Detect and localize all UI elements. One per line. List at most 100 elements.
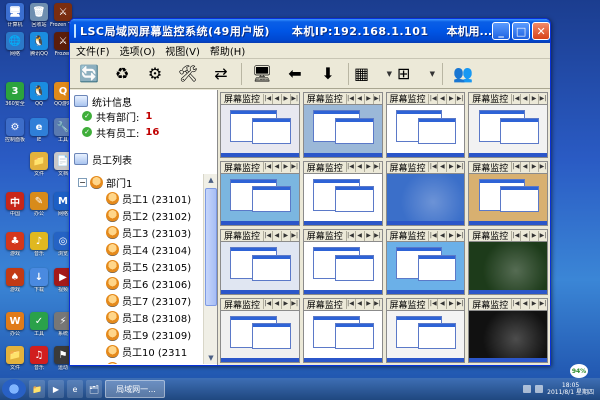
refresh-group-button[interactable]: 🔄 bbox=[74, 61, 104, 87]
desktop-icon-recycle[interactable]: 🗑 回收站 bbox=[27, 3, 51, 28]
tile-next-icon[interactable]: ▶ bbox=[529, 299, 538, 309]
remote-screen[interactable] bbox=[469, 310, 547, 362]
employee-item[interactable]: 员工3 (23103) bbox=[70, 224, 204, 241]
remote-screen[interactable] bbox=[221, 310, 299, 362]
remote-screen[interactable] bbox=[221, 105, 299, 157]
tile-last-icon[interactable]: ▶| bbox=[455, 162, 464, 172]
menu-view[interactable]: 视图(V) bbox=[165, 43, 200, 58]
screen-tile[interactable]: 屏幕监控 |◀ ◀ ▶ ▶| bbox=[385, 92, 466, 158]
desktop-icon-app4[interactable]: ⚙ 控制面板 bbox=[3, 118, 27, 143]
desktop-icon-app11[interactable]: ♪ 音乐 bbox=[27, 232, 51, 257]
desktop-icon-network[interactable]: 🌐 网络 bbox=[3, 32, 27, 57]
minimize-button[interactable]: _ bbox=[492, 22, 511, 40]
tile-next-icon[interactable]: ▶ bbox=[363, 162, 373, 172]
taskbar-ie-icon[interactable]: e bbox=[67, 380, 83, 398]
desktop-icon-360[interactable]: 3 360安全 bbox=[3, 82, 27, 107]
desktop-icon-app13[interactable]: ♠ 游戏 bbox=[3, 268, 27, 293]
screen-tile[interactable]: 屏幕监控 |◀ ◀ ▶ ▶| bbox=[302, 160, 383, 226]
remote-screen[interactable] bbox=[221, 242, 299, 294]
tile-first-icon[interactable]: |◀ bbox=[428, 162, 437, 172]
screen-tile[interactable]: 屏幕监控 |◀ ◀ ▶ ▶| bbox=[385, 297, 466, 363]
tile-prev-icon[interactable]: ◀ bbox=[354, 230, 364, 241]
tile-prev-icon[interactable]: ◀ bbox=[437, 162, 446, 172]
tile-first-icon[interactable]: |◀ bbox=[345, 230, 355, 241]
screen-tile[interactable]: 屏幕监控 |◀ ◀ ▶ ▶| bbox=[468, 297, 548, 363]
employee-item[interactable]: 员工1 (23101) bbox=[70, 190, 204, 207]
tile-last-icon[interactable]: ▶| bbox=[455, 93, 464, 104]
tile-first-icon[interactable]: |◀ bbox=[428, 93, 437, 104]
desktop-icon-qq2[interactable]: 🐧 QQ bbox=[27, 82, 51, 107]
employee-item[interactable]: 员工11 (2311 bbox=[70, 360, 204, 364]
desktop-icon-computer[interactable]: 🖥 计算机 bbox=[3, 3, 27, 28]
employee-item[interactable]: 员工4 (23104) bbox=[70, 241, 204, 258]
collapse-toggle-icon[interactable]: − bbox=[78, 177, 87, 187]
remote-screen[interactable] bbox=[469, 173, 547, 225]
monitor-button[interactable]: 🖥 bbox=[247, 61, 277, 87]
tile-last-icon[interactable]: ▶| bbox=[372, 93, 382, 104]
screen-tile[interactable]: 屏幕监控 |◀ ◀ ▶ ▶| bbox=[220, 229, 300, 295]
tile-next-icon[interactable]: ▶ bbox=[446, 299, 455, 309]
tile-prev-icon[interactable]: ◀ bbox=[271, 162, 281, 172]
screen-tile[interactable]: 屏幕监控 |◀ ◀ ▶ ▶| bbox=[220, 92, 300, 158]
menu-file[interactable]: 文件(F) bbox=[76, 43, 110, 58]
tile-first-icon[interactable]: |◀ bbox=[262, 230, 272, 241]
scroll-up-icon[interactable]: ▲ bbox=[205, 174, 217, 186]
employee-item[interactable]: 员工2 (23102) bbox=[70, 207, 204, 224]
desktop-icon-app20[interactable]: ♫ 音乐 bbox=[27, 346, 51, 371]
desktop-icon-app8[interactable]: ✎ 办公 bbox=[27, 192, 51, 217]
tile-last-icon[interactable]: ▶| bbox=[289, 299, 299, 309]
screen-tile[interactable]: 屏幕监控 |◀ ◀ ▶ ▶| bbox=[385, 229, 466, 295]
taskbar-folder-icon[interactable]: 🗂 bbox=[86, 380, 102, 398]
tile-next-icon[interactable]: ▶ bbox=[529, 230, 538, 241]
screen-tile[interactable]: 屏幕监控 |◀ ◀ ▶ ▶| bbox=[302, 92, 383, 158]
tile-last-icon[interactable]: ▶| bbox=[538, 299, 547, 309]
remote-screen[interactable] bbox=[386, 105, 465, 157]
employee-item[interactable]: 员工10 (2311 bbox=[70, 343, 204, 360]
screen-tile[interactable]: 屏幕监控 |◀ ◀ ▶ ▶| bbox=[302, 229, 383, 295]
tile-first-icon[interactable]: |◀ bbox=[345, 299, 355, 309]
desktop-icon-app10[interactable]: ♣ 游戏 bbox=[3, 232, 27, 257]
employee-item[interactable]: 员工5 (23105) bbox=[70, 258, 204, 275]
tile-next-icon[interactable]: ▶ bbox=[280, 93, 290, 104]
menu-options[interactable]: 选项(O) bbox=[120, 43, 156, 58]
tile-first-icon[interactable]: |◀ bbox=[511, 162, 520, 172]
tile-prev-icon[interactable]: ◀ bbox=[437, 230, 446, 241]
tile-prev-icon[interactable]: ◀ bbox=[354, 162, 364, 172]
tile-first-icon[interactable]: |◀ bbox=[511, 230, 520, 241]
tree-scrollbar[interactable]: ▲ ▼ bbox=[203, 174, 217, 364]
remote-screen[interactable] bbox=[303, 310, 382, 362]
menu-help[interactable]: 帮助(H) bbox=[210, 43, 245, 58]
remote-screen[interactable] bbox=[386, 173, 465, 225]
tile-next-icon[interactable]: ▶ bbox=[363, 230, 373, 241]
remote-screen[interactable] bbox=[386, 242, 465, 294]
screen-tile[interactable]: 屏幕监控 |◀ ◀ ▶ ▶| bbox=[385, 160, 466, 226]
tile-first-icon[interactable]: |◀ bbox=[428, 299, 437, 309]
tile-prev-icon[interactable]: ◀ bbox=[520, 299, 529, 309]
remote-screen[interactable] bbox=[303, 105, 382, 157]
tools-button[interactable]: 🛠 bbox=[173, 61, 203, 87]
tile-last-icon[interactable]: ▶| bbox=[538, 162, 547, 172]
tray-network-icon[interactable] bbox=[523, 385, 532, 393]
users-button[interactable]: 👥 bbox=[448, 61, 478, 87]
tile-prev-icon[interactable]: ◀ bbox=[354, 299, 364, 309]
employee-item[interactable]: 员工6 (23106) bbox=[70, 275, 204, 292]
layout-button[interactable]: ⊞ ▼ bbox=[397, 61, 437, 87]
tile-next-icon[interactable]: ▶ bbox=[446, 230, 455, 241]
desktop-icon-app19[interactable]: 📁 文件 bbox=[3, 346, 27, 371]
remote-screen[interactable] bbox=[386, 310, 465, 362]
tile-first-icon[interactable]: |◀ bbox=[262, 162, 272, 172]
tile-prev-icon[interactable]: ◀ bbox=[271, 93, 281, 104]
settings-button[interactable]: ⚙ bbox=[140, 61, 170, 87]
tile-next-icon[interactable]: ▶ bbox=[363, 299, 373, 309]
tile-next-icon[interactable]: ▶ bbox=[280, 230, 290, 241]
close-button[interactable]: ✕ bbox=[532, 22, 550, 40]
remote-screen[interactable] bbox=[303, 173, 382, 225]
tile-first-icon[interactable]: |◀ bbox=[511, 299, 520, 309]
tile-last-icon[interactable]: ▶| bbox=[538, 93, 547, 104]
screen-tile[interactable]: 屏幕监控 |◀ ◀ ▶ ▶| bbox=[468, 92, 548, 158]
taskbar-app-button[interactable]: 局域网一... bbox=[105, 380, 165, 398]
tile-last-icon[interactable]: ▶| bbox=[372, 162, 382, 172]
tile-first-icon[interactable]: |◀ bbox=[345, 162, 355, 172]
screen-tile[interactable]: 屏幕监控 |◀ ◀ ▶ ▶| bbox=[302, 297, 383, 363]
tile-next-icon[interactable]: ▶ bbox=[446, 93, 455, 104]
